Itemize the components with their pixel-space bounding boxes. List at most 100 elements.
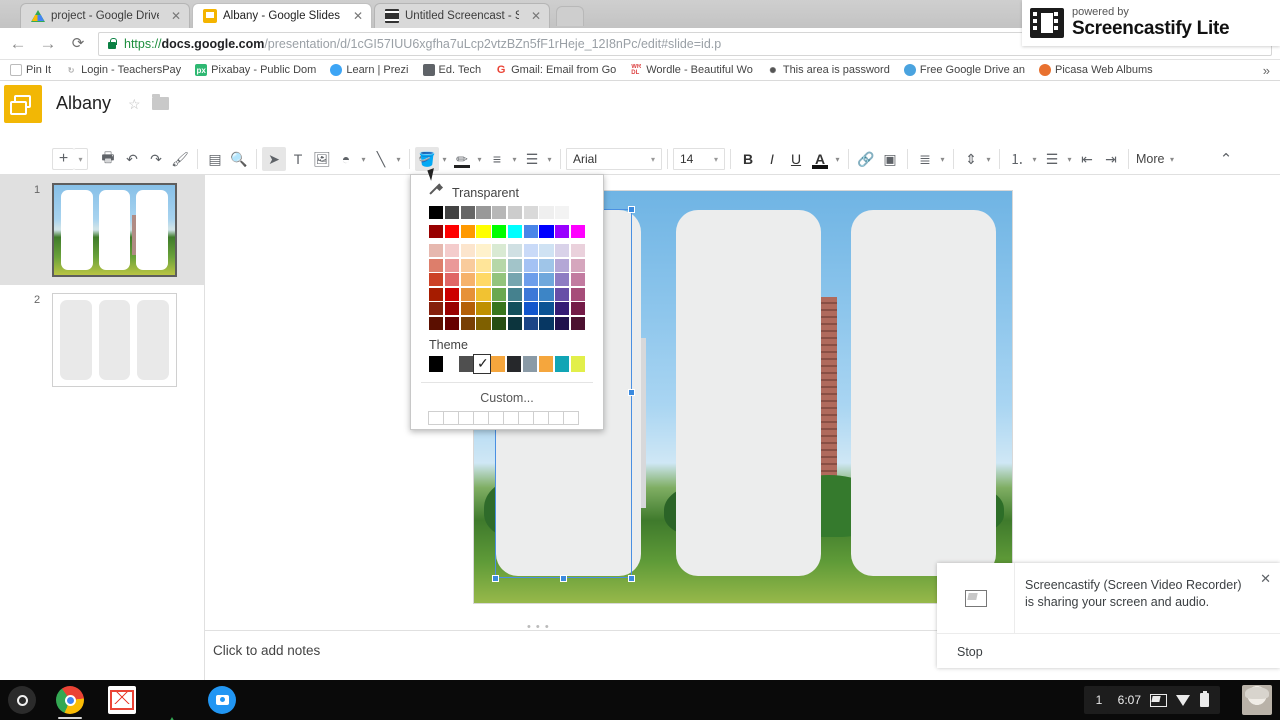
layout-icon[interactable]: ▤ (203, 147, 227, 171)
tint-grid[interactable] (411, 244, 603, 330)
custom-color-slot[interactable] (488, 410, 504, 425)
color-swatch[interactable] (570, 258, 585, 272)
border-dash-caret-icon[interactable]: ▾ (544, 155, 555, 164)
shape-caret-icon[interactable]: ▾ (358, 155, 369, 164)
theme-color-swatch[interactable] (459, 355, 474, 372)
select-arrow-icon[interactable]: ➤ (262, 147, 286, 171)
bookmark-4[interactable]: Ed. Tech (422, 64, 481, 76)
color-swatch[interactable] (460, 258, 475, 272)
bookmark-7[interactable]: ✺ This area is password (766, 64, 890, 76)
bookmark-3[interactable]: Learn | Prezi (330, 64, 409, 76)
color-swatch[interactable] (523, 287, 538, 301)
color-swatch[interactable] (570, 206, 585, 219)
cast-icon[interactable] (1150, 693, 1167, 707)
color-swatch[interactable] (507, 206, 522, 219)
collapse-toolbar-button[interactable]: ⌃ (1214, 147, 1238, 171)
color-swatch[interactable] (570, 316, 585, 330)
selection-handle-bl[interactable] (492, 575, 499, 582)
slide-shape-3[interactable] (850, 209, 996, 577)
color-swatch[interactable] (570, 287, 585, 301)
font-family-select[interactable]: Arial ▾ (566, 148, 662, 170)
link-icon[interactable]: 🔗 (854, 147, 878, 171)
more-caret-icon[interactable]: ▾ (1166, 155, 1177, 164)
color-swatch[interactable] (460, 273, 475, 286)
custom-color-button[interactable]: Custom... (411, 383, 603, 411)
camera-icon[interactable] (208, 686, 236, 714)
more-label[interactable]: More (1134, 152, 1166, 166)
custom-color-slot[interactable] (458, 410, 474, 425)
color-swatch[interactable] (429, 316, 444, 330)
slide-shape-2[interactable] (675, 209, 821, 577)
selection-handle-br[interactable] (628, 575, 635, 582)
color-swatch[interactable] (507, 316, 522, 330)
selection-handle-tr[interactable] (628, 206, 635, 213)
color-swatch[interactable] (492, 287, 507, 301)
color-swatch[interactable] (444, 287, 459, 301)
italic-button[interactable]: I (760, 147, 784, 171)
bookmark-9[interactable]: Picasa Web Albums (1039, 64, 1153, 76)
star-icon[interactable]: ☆ (128, 96, 141, 113)
color-swatch[interactable] (429, 206, 444, 219)
google-slides-logo-icon[interactable] (4, 85, 42, 123)
theme-color-swatch-selected[interactable]: ✓ (472, 353, 492, 374)
theme-color-swatch[interactable] (554, 355, 570, 372)
color-swatch[interactable] (555, 244, 570, 257)
text-color-button[interactable]: A (808, 147, 832, 171)
color-swatch[interactable] (429, 244, 444, 257)
color-swatch[interactable] (429, 273, 444, 286)
custom-color-slot[interactable] (533, 410, 549, 425)
color-swatch[interactable] (523, 258, 538, 272)
custom-color-slot[interactable] (503, 410, 519, 425)
color-swatch[interactable] (492, 302, 507, 315)
font-size-select[interactable]: 14 ▾ (673, 148, 725, 170)
color-swatch[interactable] (570, 302, 585, 315)
color-swatch[interactable] (555, 287, 570, 301)
line-spacing-caret-icon[interactable]: ▾ (983, 155, 994, 164)
color-swatch[interactable] (429, 287, 444, 301)
color-swatch[interactable] (507, 287, 522, 301)
bright-swatch-row[interactable] (411, 225, 603, 238)
color-swatch[interactable] (476, 316, 491, 330)
color-swatch[interactable] (507, 244, 522, 257)
image-icon[interactable]: 🖼 (310, 147, 334, 171)
browser-tab-0[interactable]: project - Google Drive ✕ (20, 3, 190, 28)
bold-button[interactable]: B (736, 147, 760, 171)
launcher-icon[interactable] (8, 686, 36, 714)
fill-color-caret-icon[interactable]: ▾ (439, 155, 450, 164)
document-title[interactable]: Albany (56, 93, 111, 114)
gray-swatch-row[interactable] (411, 206, 603, 219)
color-swatch[interactable] (476, 287, 491, 301)
fill-color-picker-popup[interactable]: Transparent Theme ✓ Custom... (410, 174, 604, 430)
bookmarks-overflow-button[interactable]: » (1263, 63, 1270, 78)
theme-color-swatch[interactable] (506, 355, 522, 372)
selection-handle-bm[interactable] (560, 575, 567, 582)
numbered-list-icon[interactable]: ⒈ (1005, 147, 1029, 171)
color-swatch[interactable] (444, 273, 459, 286)
color-swatch[interactable] (492, 225, 507, 238)
browser-tab-2[interactable]: Untitled Screencast - Sc ✕ (374, 3, 550, 28)
reload-button[interactable]: ⟳ (68, 36, 88, 51)
color-swatch[interactable] (444, 244, 459, 257)
numbered-list-caret-icon[interactable]: ▾ (1029, 155, 1040, 164)
browser-tab-1[interactable]: Albany - Google Slides ✕ (192, 3, 372, 28)
border-color-caret-icon[interactable]: ▾ (474, 155, 485, 164)
color-swatch[interactable] (523, 273, 538, 286)
color-swatch[interactable] (460, 316, 475, 330)
tab-close-icon[interactable]: ✕ (347, 9, 363, 23)
zoom-icon[interactable]: 🔍 (227, 147, 251, 171)
color-swatch[interactable] (539, 206, 554, 219)
color-swatch[interactable] (523, 302, 538, 315)
color-swatch[interactable] (429, 302, 444, 315)
color-swatch[interactable] (444, 206, 459, 219)
system-tray[interactable]: 6:07 (1106, 686, 1220, 714)
color-swatch[interactable] (460, 302, 475, 315)
print-icon[interactable]: 🖶 (96, 147, 120, 171)
color-swatch[interactable] (555, 206, 570, 219)
forward-button[interactable]: → (38, 35, 58, 52)
color-swatch[interactable] (539, 302, 554, 315)
transparent-option[interactable]: Transparent (411, 175, 603, 206)
custom-color-slot[interactable] (563, 410, 579, 425)
slide-canvas-area[interactable] (205, 175, 1280, 630)
bookmark-8[interactable]: Free Google Drive an (903, 64, 1025, 76)
color-swatch[interactable] (570, 244, 585, 257)
